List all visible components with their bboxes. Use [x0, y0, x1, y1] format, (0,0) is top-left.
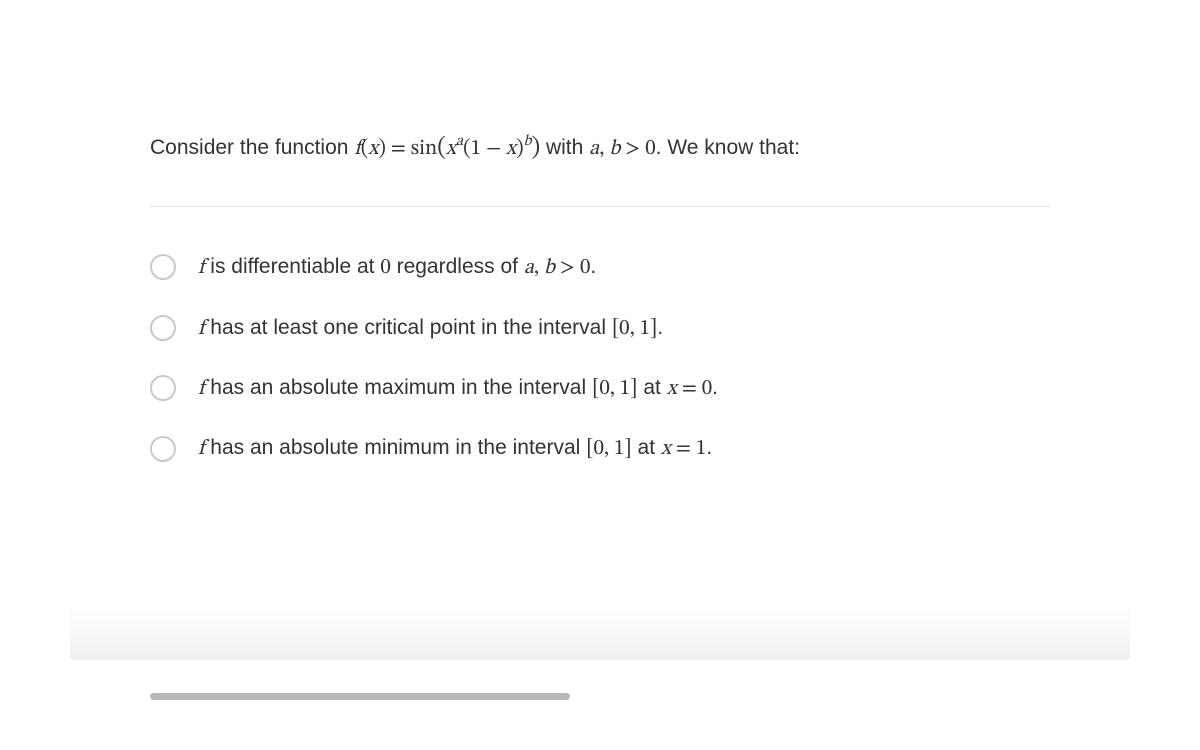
text: . [712, 376, 718, 399]
radio-icon[interactable] [150, 375, 176, 401]
option-3[interactable]: f has an absolute maximum in the interva… [150, 373, 1050, 403]
sym-exp-b: b [524, 133, 532, 149]
sym-interval: [0, 1] [612, 318, 658, 339]
question-stem: Consider the function f(x) = sin(xa(1 − … [150, 130, 1050, 166]
text: . [590, 255, 596, 278]
stem-suffix: . We know that: [656, 136, 800, 159]
sym-0: 0 [380, 257, 390, 278]
sym-comma: , [534, 257, 544, 278]
text: regardless of [391, 255, 524, 278]
option-4[interactable]: f has an absolute minimum in the interva… [150, 433, 1050, 463]
stem-formula: f(x) = sin(xa(1 − x)b) [354, 138, 540, 159]
text: has at least one critical point in the i… [204, 316, 611, 339]
option-text: f has at least one critical point in the… [198, 313, 663, 343]
sym-close1: ) [516, 138, 524, 159]
option-1[interactable]: f is differentiable at 0 regardless of a… [150, 252, 1050, 282]
sym-a: a [589, 138, 599, 159]
divider [150, 206, 1050, 207]
text: has an absolute maximum in the interval [204, 376, 592, 399]
sym-x3: x [506, 138, 516, 159]
horizontal-scrollbar[interactable] [150, 693, 570, 700]
radio-icon[interactable] [150, 436, 176, 462]
sym-a: a [524, 257, 534, 278]
option-2[interactable]: f has at least one critical point in the… [150, 313, 1050, 343]
stem-with: with [540, 136, 589, 159]
option-text: f has an absolute maximum in the interva… [198, 373, 718, 403]
sym-x: x [667, 378, 677, 399]
sym-comma: , [599, 138, 609, 159]
sym-x: x [661, 438, 671, 459]
text: has an absolute minimum in the interval [204, 436, 586, 459]
sym-x: x [368, 138, 378, 159]
option-text: f is differentiable at 0 regardless of a… [198, 252, 596, 282]
sym-exp-a: a [456, 133, 463, 149]
sym-eq: = 0 [677, 378, 712, 399]
option-text: f has an absolute minimum in the interva… [198, 433, 712, 463]
sym-gt0: > 0 [620, 138, 655, 159]
sym-b: b [544, 257, 555, 278]
sym-mid: (1 − [463, 138, 506, 159]
sym-b: b [609, 138, 620, 159]
sym-eq: = 1 [671, 438, 706, 459]
options-list: f is differentiable at 0 regardless of a… [150, 252, 1050, 464]
sym-x2: x [446, 138, 456, 159]
bottom-shadow [70, 605, 1130, 660]
stem-prefix: Consider the function [150, 136, 354, 159]
radio-icon[interactable] [150, 254, 176, 280]
text: at [632, 436, 661, 459]
sym-gt0: > 0 [555, 257, 590, 278]
text: . [657, 316, 663, 339]
sym-bigopen: ( [437, 136, 446, 160]
sym-eq-sin: ) = sin [378, 138, 437, 159]
stem-condition: a, b > 0 [589, 138, 656, 159]
question-container: Consider the function f(x) = sin(xa(1 − … [0, 0, 1200, 464]
text: is differentiable at [204, 255, 380, 278]
text: . [706, 436, 712, 459]
sym-bigclose: ) [531, 136, 540, 160]
scrollbar-thumb[interactable] [150, 693, 570, 700]
text: at [638, 376, 667, 399]
sym-interval: [0, 1] [592, 378, 638, 399]
sym-interval: [0, 1] [586, 438, 632, 459]
radio-icon[interactable] [150, 315, 176, 341]
